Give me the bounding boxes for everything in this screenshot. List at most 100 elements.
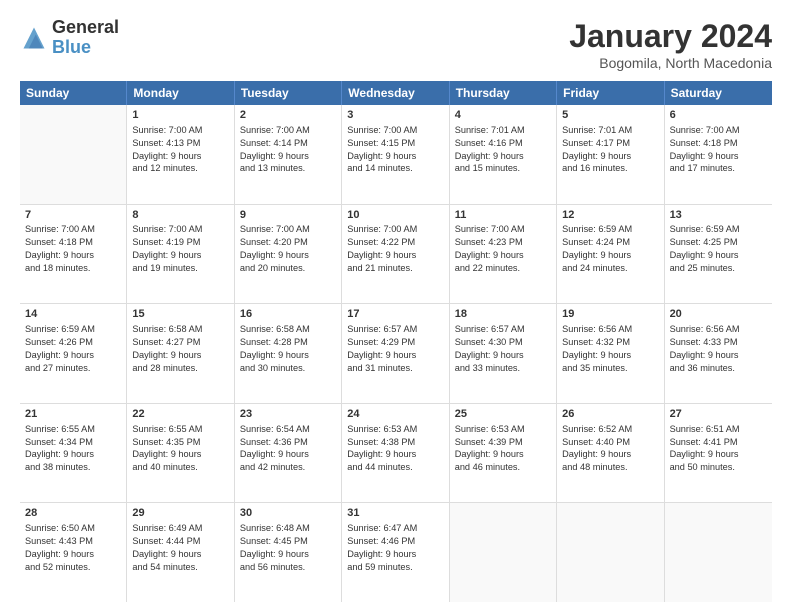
calendar-cell: 27Sunrise: 6:51 AMSunset: 4:41 PMDayligh… bbox=[665, 404, 772, 503]
logo-blue: Blue bbox=[52, 38, 119, 58]
cell-text: Sunset: 4:44 PM bbox=[132, 535, 228, 548]
cell-text: and 12 minutes. bbox=[132, 162, 228, 175]
day-number: 21 bbox=[25, 407, 121, 422]
cell-text: Sunrise: 7:00 AM bbox=[132, 124, 228, 137]
cell-text: Sunset: 4:18 PM bbox=[25, 236, 121, 249]
calendar-cell: 13Sunrise: 6:59 AMSunset: 4:25 PMDayligh… bbox=[665, 205, 772, 304]
day-number: 28 bbox=[25, 506, 121, 521]
day-number: 23 bbox=[240, 407, 336, 422]
calendar-cell: 6Sunrise: 7:00 AMSunset: 4:18 PMDaylight… bbox=[665, 105, 772, 204]
cell-text: and 19 minutes. bbox=[132, 262, 228, 275]
cell-text: Daylight: 9 hours bbox=[455, 249, 551, 262]
cell-text: and 17 minutes. bbox=[670, 162, 767, 175]
cell-text: Daylight: 9 hours bbox=[25, 249, 121, 262]
calendar: SundayMondayTuesdayWednesdayThursdayFrid… bbox=[20, 81, 772, 602]
day-number: 1 bbox=[132, 108, 228, 123]
cell-text: Sunset: 4:40 PM bbox=[562, 436, 658, 449]
cell-text: Daylight: 9 hours bbox=[25, 349, 121, 362]
calendar-cell: 25Sunrise: 6:53 AMSunset: 4:39 PMDayligh… bbox=[450, 404, 557, 503]
calendar-cell: 12Sunrise: 6:59 AMSunset: 4:24 PMDayligh… bbox=[557, 205, 664, 304]
cell-text: Sunset: 4:19 PM bbox=[132, 236, 228, 249]
calendar-cell: 11Sunrise: 7:00 AMSunset: 4:23 PMDayligh… bbox=[450, 205, 557, 304]
header-day-saturday: Saturday bbox=[665, 81, 772, 105]
header-day-tuesday: Tuesday bbox=[235, 81, 342, 105]
cell-text: Sunrise: 7:00 AM bbox=[25, 223, 121, 236]
cell-text: and 24 minutes. bbox=[562, 262, 658, 275]
day-number: 29 bbox=[132, 506, 228, 521]
cell-text: Sunset: 4:16 PM bbox=[455, 137, 551, 150]
cell-text: Daylight: 9 hours bbox=[670, 448, 767, 461]
cell-text: Daylight: 9 hours bbox=[347, 349, 443, 362]
cell-text: Sunrise: 6:52 AM bbox=[562, 423, 658, 436]
page: General Blue January 2024 Bogomila, Nort… bbox=[0, 0, 792, 612]
cell-text: and 42 minutes. bbox=[240, 461, 336, 474]
calendar-cell: 18Sunrise: 6:57 AMSunset: 4:30 PMDayligh… bbox=[450, 304, 557, 403]
cell-text: Sunset: 4:26 PM bbox=[25, 336, 121, 349]
cell-text: Sunset: 4:17 PM bbox=[562, 137, 658, 150]
cell-text: and 54 minutes. bbox=[132, 561, 228, 574]
cell-text: Sunset: 4:30 PM bbox=[455, 336, 551, 349]
cell-text: and 27 minutes. bbox=[25, 362, 121, 375]
header-day-thursday: Thursday bbox=[450, 81, 557, 105]
day-number: 10 bbox=[347, 208, 443, 223]
calendar-row-1: 7Sunrise: 7:00 AMSunset: 4:18 PMDaylight… bbox=[20, 205, 772, 305]
calendar-cell: 5Sunrise: 7:01 AMSunset: 4:17 PMDaylight… bbox=[557, 105, 664, 204]
cell-text: and 59 minutes. bbox=[347, 561, 443, 574]
calendar-body: 1Sunrise: 7:00 AMSunset: 4:13 PMDaylight… bbox=[20, 105, 772, 602]
cell-text: Sunset: 4:27 PM bbox=[132, 336, 228, 349]
cell-text: Sunrise: 7:00 AM bbox=[132, 223, 228, 236]
calendar-cell: 23Sunrise: 6:54 AMSunset: 4:36 PMDayligh… bbox=[235, 404, 342, 503]
day-number: 20 bbox=[670, 307, 767, 322]
calendar-cell: 7Sunrise: 7:00 AMSunset: 4:18 PMDaylight… bbox=[20, 205, 127, 304]
calendar-cell: 29Sunrise: 6:49 AMSunset: 4:44 PMDayligh… bbox=[127, 503, 234, 602]
cell-text: Daylight: 9 hours bbox=[132, 448, 228, 461]
cell-text: and 22 minutes. bbox=[455, 262, 551, 275]
cell-text: Daylight: 9 hours bbox=[240, 249, 336, 262]
cell-text: Sunrise: 7:00 AM bbox=[670, 124, 767, 137]
day-number: 12 bbox=[562, 208, 658, 223]
cell-text: Sunset: 4:33 PM bbox=[670, 336, 767, 349]
calendar-cell: 10Sunrise: 7:00 AMSunset: 4:22 PMDayligh… bbox=[342, 205, 449, 304]
cell-text: Sunset: 4:45 PM bbox=[240, 535, 336, 548]
cell-text: Sunset: 4:22 PM bbox=[347, 236, 443, 249]
cell-text: Daylight: 9 hours bbox=[347, 548, 443, 561]
cell-text: and 33 minutes. bbox=[455, 362, 551, 375]
cell-text: Daylight: 9 hours bbox=[562, 349, 658, 362]
cell-text: Daylight: 9 hours bbox=[562, 150, 658, 163]
header-day-wednesday: Wednesday bbox=[342, 81, 449, 105]
calendar-row-0: 1Sunrise: 7:00 AMSunset: 4:13 PMDaylight… bbox=[20, 105, 772, 205]
cell-text: Daylight: 9 hours bbox=[670, 150, 767, 163]
cell-text: Sunset: 4:39 PM bbox=[455, 436, 551, 449]
cell-text: and 15 minutes. bbox=[455, 162, 551, 175]
calendar-row-2: 14Sunrise: 6:59 AMSunset: 4:26 PMDayligh… bbox=[20, 304, 772, 404]
cell-text: Sunrise: 6:55 AM bbox=[25, 423, 121, 436]
cell-text: Sunrise: 6:58 AM bbox=[240, 323, 336, 336]
cell-text: Sunset: 4:23 PM bbox=[455, 236, 551, 249]
cell-text: Daylight: 9 hours bbox=[240, 548, 336, 561]
calendar-cell: 8Sunrise: 7:00 AMSunset: 4:19 PMDaylight… bbox=[127, 205, 234, 304]
calendar-cell: 21Sunrise: 6:55 AMSunset: 4:34 PMDayligh… bbox=[20, 404, 127, 503]
cell-text: Sunrise: 7:00 AM bbox=[347, 124, 443, 137]
calendar-cell: 28Sunrise: 6:50 AMSunset: 4:43 PMDayligh… bbox=[20, 503, 127, 602]
day-number: 6 bbox=[670, 108, 767, 123]
day-number: 18 bbox=[455, 307, 551, 322]
cell-text: Sunrise: 6:47 AM bbox=[347, 522, 443, 535]
cell-text: and 44 minutes. bbox=[347, 461, 443, 474]
cell-text: Sunset: 4:24 PM bbox=[562, 236, 658, 249]
calendar-cell: 14Sunrise: 6:59 AMSunset: 4:26 PMDayligh… bbox=[20, 304, 127, 403]
day-number: 19 bbox=[562, 307, 658, 322]
cell-text: Daylight: 9 hours bbox=[347, 249, 443, 262]
cell-text: Sunrise: 7:01 AM bbox=[455, 124, 551, 137]
cell-text: and 20 minutes. bbox=[240, 262, 336, 275]
cell-text: Sunrise: 6:57 AM bbox=[455, 323, 551, 336]
header-day-sunday: Sunday bbox=[20, 81, 127, 105]
cell-text: Sunrise: 6:57 AM bbox=[347, 323, 443, 336]
day-number: 15 bbox=[132, 307, 228, 322]
cell-text: Sunset: 4:36 PM bbox=[240, 436, 336, 449]
cell-text: Sunset: 4:29 PM bbox=[347, 336, 443, 349]
cell-text: Daylight: 9 hours bbox=[455, 448, 551, 461]
cell-text: Sunrise: 6:55 AM bbox=[132, 423, 228, 436]
day-number: 11 bbox=[455, 208, 551, 223]
calendar-cell: 1Sunrise: 7:00 AMSunset: 4:13 PMDaylight… bbox=[127, 105, 234, 204]
cell-text: Daylight: 9 hours bbox=[347, 150, 443, 163]
